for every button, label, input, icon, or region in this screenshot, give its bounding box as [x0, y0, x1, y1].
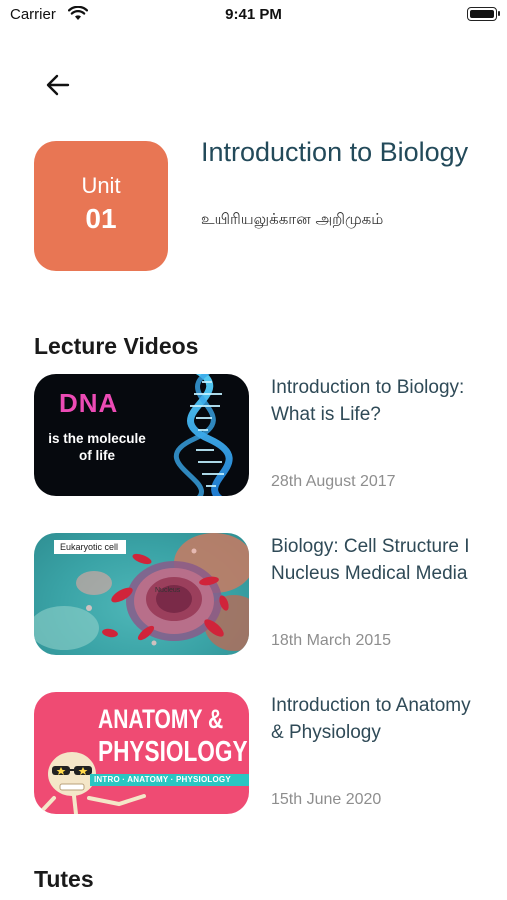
status-bar: Carrier 9:41 PM: [0, 0, 507, 30]
arrow-left-icon: [46, 74, 70, 96]
video-date: 15th June 2020: [271, 791, 382, 808]
video-title[interactable]: Introduction to Biology: What is Life?: [271, 374, 476, 428]
video-thumbnail[interactable]: Eukaryotic cell Nucleus: [34, 533, 249, 655]
section-title-lecture-videos: Lecture Videos: [34, 333, 199, 359]
unit-number: 01: [85, 203, 117, 234]
unit-badge: Unit 01: [34, 141, 168, 271]
unit-label: Unit: [81, 173, 121, 198]
video-title[interactable]: Introduction to Anatomy & Physiology: [271, 692, 476, 746]
thumbnail-headline: DNA: [59, 388, 119, 418]
thumbnail-label: Eukaryotic cell: [54, 540, 127, 554]
thumbnail-caption: is the molecule of life: [48, 431, 146, 463]
video-item[interactable]: DNA is the molecule of life Introduction…: [34, 374, 474, 498]
thumbnail-headline-line2: PHYSIOLOGY: [98, 736, 248, 768]
video-item[interactable]: ANATOMY & PHYSIOLOGY INTRO · ANATOMY · P…: [34, 692, 474, 816]
video-thumbnail[interactable]: DNA is the molecule of life: [34, 374, 249, 496]
thumbnail-nucleus-label: Nucleus: [155, 587, 181, 594]
dna-helix-image: [174, 374, 233, 496]
clock: 9:41 PM: [225, 6, 282, 23]
thumbnail-headline-line1: ANATOMY &: [98, 704, 224, 734]
page-title: Introduction to Biology: [201, 137, 469, 167]
video-date: 28th August 2017: [271, 473, 396, 490]
video-item[interactable]: Eukaryotic cell Nucleus Biology: Cell St…: [34, 533, 474, 657]
page-subtitle: உயிரியலுக்கான அறிமுகம்: [201, 210, 384, 228]
video-date: 18th March 2015: [271, 632, 392, 649]
battery-icon: [467, 7, 500, 21]
back-button[interactable]: [38, 68, 78, 102]
thumbnail-strip-text: INTRO · ANATOMY · PHYSIOLOGY: [94, 775, 231, 784]
video-thumbnail[interactable]: ANATOMY & PHYSIOLOGY INTRO · ANATOMY · P…: [34, 692, 249, 814]
section-title-tutes: Tutes: [34, 866, 94, 892]
video-title[interactable]: Biology: Cell Structure I Nucleus Medica…: [271, 533, 476, 587]
